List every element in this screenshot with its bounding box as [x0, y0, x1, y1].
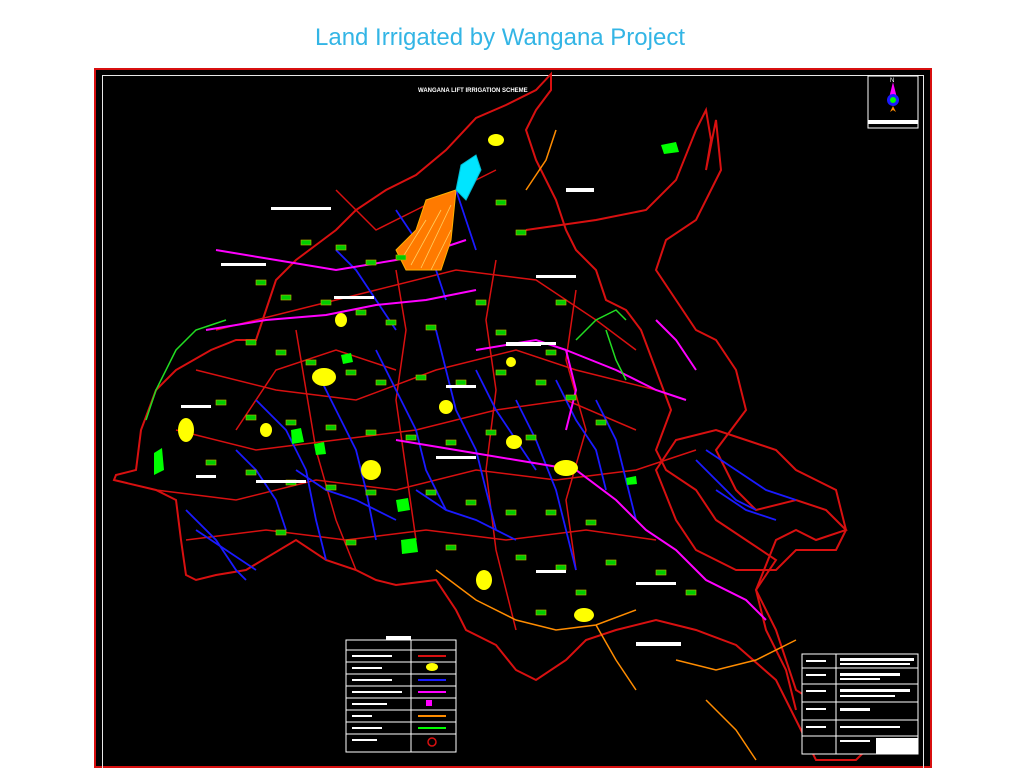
road-network [435, 129, 797, 761]
irrigation-map: WANGANA LIFT IRRIGATION SCHEME N [112, 71, 919, 761]
forest-patches [154, 142, 679, 554]
village-markers [178, 134, 594, 622]
map-frame: WANGANA LIFT IRRIGATION SCHEME N [94, 68, 932, 768]
map-legend [345, 636, 457, 753]
north-letter: N [890, 78, 894, 84]
page-title: Land Irrigated by Wangana Project [315, 24, 685, 51]
drainage-network [185, 189, 797, 581]
right-sub-basin [654, 428, 848, 571]
reservoir [455, 154, 482, 201]
title-block [801, 653, 919, 755]
east-boundary [525, 106, 848, 711]
map-header-label: WANGANA LIFT IRRIGATION SCHEME [418, 88, 528, 94]
